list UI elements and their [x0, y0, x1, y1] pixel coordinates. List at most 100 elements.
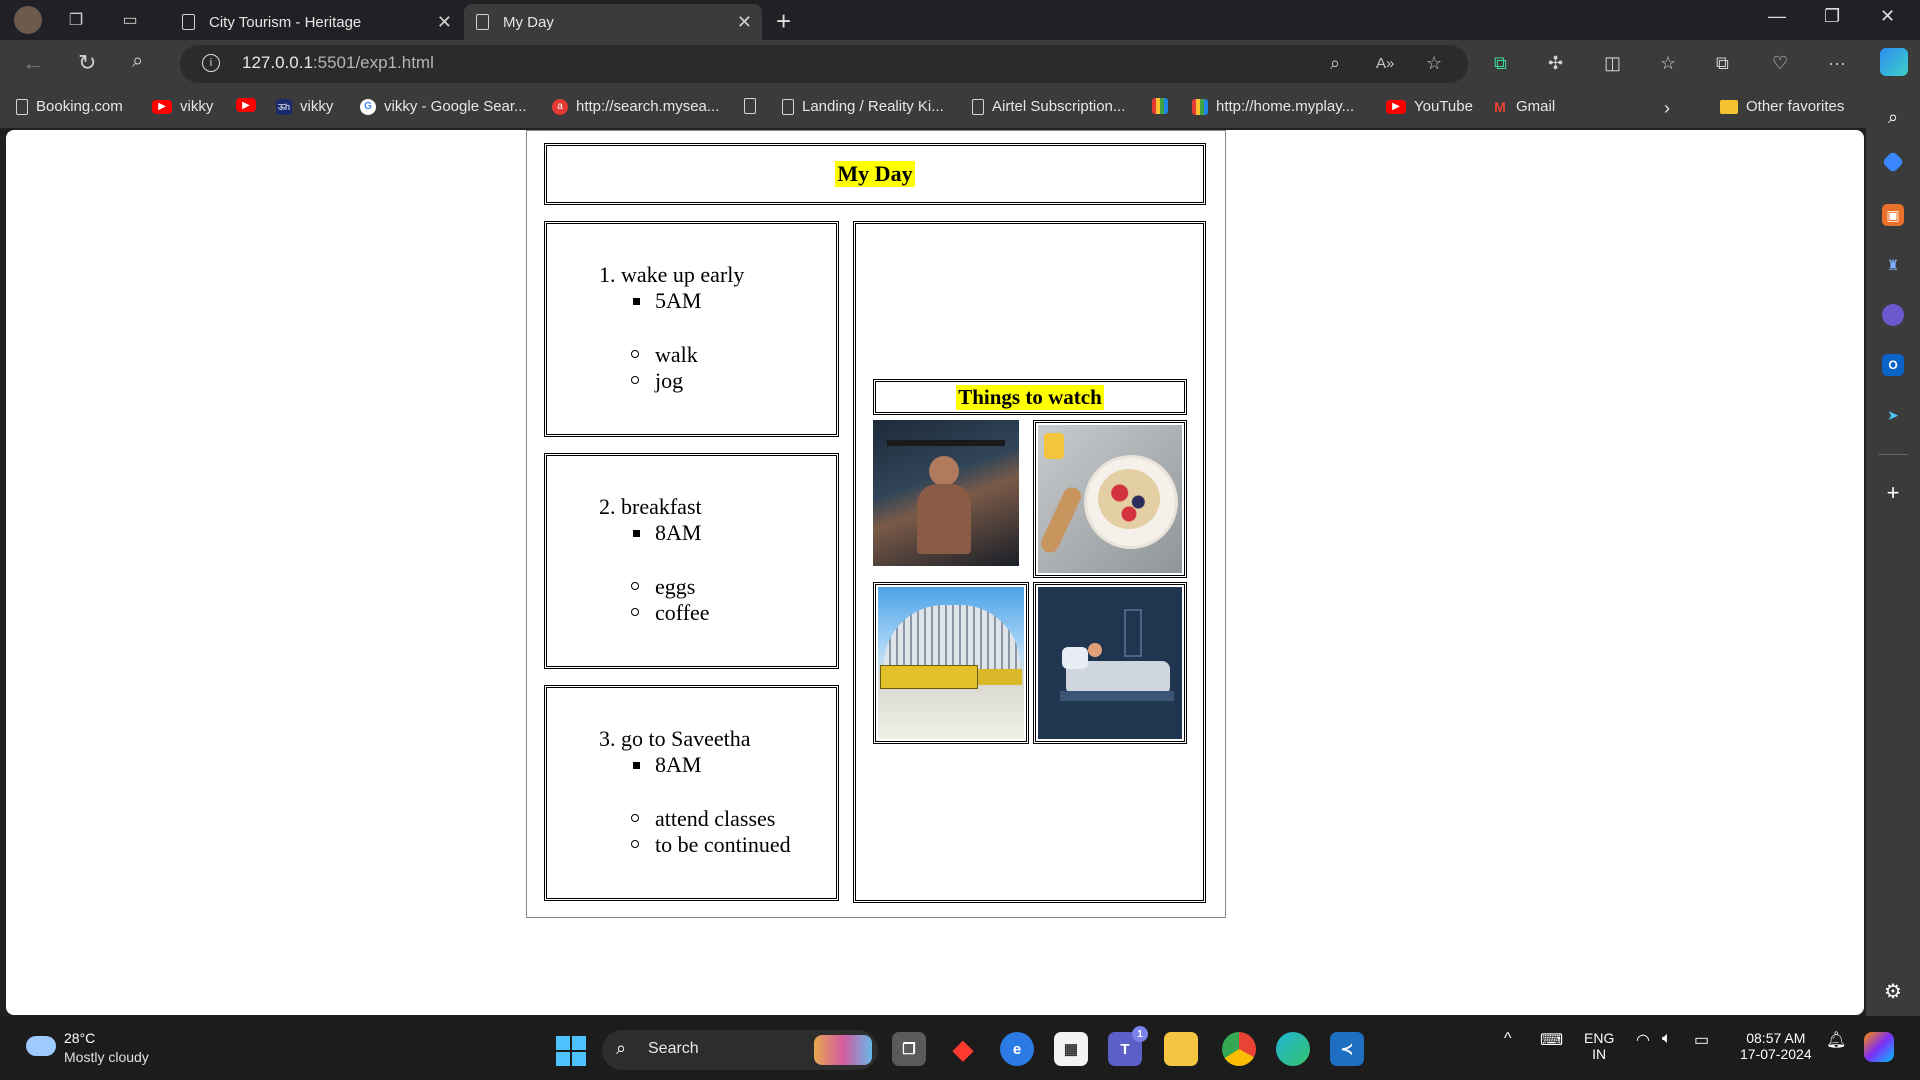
extensions-puzzle-icon[interactable]: ✣ — [1548, 53, 1563, 74]
task-cell-1: 1. wake up early 5AM walk jog — [544, 221, 839, 437]
site-info-icon[interactable]: i — [202, 54, 220, 72]
favorite-gmail[interactable]: M Gmail — [1492, 98, 1555, 115]
windows-taskbar: 28°C Mostly cloudy ⌕ Search ❐ ◆ e ▦ T 1 … — [0, 1016, 1920, 1080]
collections-icon[interactable]: ⧉ — [1716, 53, 1729, 74]
workspaces-icon[interactable]: ❐ — [64, 8, 88, 32]
search-label: Search — [648, 1040, 699, 1057]
more-menu-icon[interactable]: ··· — [1828, 53, 1846, 74]
extension-icon[interactable]: ⧉ — [1494, 53, 1507, 74]
search-highlight-art — [814, 1035, 872, 1065]
google-icon: G — [360, 98, 376, 115]
favorite-booking[interactable]: Booking.com — [16, 98, 123, 115]
page-icon — [476, 14, 489, 30]
watch-cell: Things to watch — [853, 221, 1206, 903]
favorites-list-icon[interactable]: ☆ — [1660, 53, 1676, 74]
app-browser-icon[interactable]: e — [1000, 1032, 1034, 1066]
minimize-icon[interactable]: — — [1768, 6, 1786, 27]
page-viewport: My Day 1. wake up early 5AM walk jog 2. … — [6, 130, 1864, 1015]
weather-condition: Mostly cloudy — [64, 1049, 149, 1065]
favorite-youtube-main[interactable]: ▶ YouTube — [1386, 98, 1473, 115]
task-subitem: to be continued — [631, 832, 791, 857]
bars-icon — [1192, 98, 1208, 115]
favorite-vikky-sh[interactable]: ऊh vikky — [276, 98, 333, 115]
start-button[interactable] — [556, 1036, 586, 1066]
favorite-star-icon[interactable]: ☆ — [1426, 53, 1442, 74]
split-screen-icon[interactable]: ◫ — [1604, 53, 1621, 74]
language-indicator[interactable]: ENG IN — [1584, 1030, 1614, 1062]
favorite-airtel[interactable]: Airtel Subscription... — [972, 98, 1125, 115]
task-title: 1. wake up early — [599, 262, 745, 287]
favorite-vikky-youtube[interactable]: ▶ vikky — [152, 98, 213, 115]
task-subitem: attend classes — [630, 806, 776, 831]
task-view-icon[interactable]: ❐ — [892, 1032, 926, 1066]
wifi-icon[interactable]: ◠ — [1636, 1030, 1650, 1050]
image-gallery — [873, 420, 1187, 744]
app-diamond-icon[interactable]: ◆ — [946, 1032, 980, 1066]
edge-icon[interactable] — [1276, 1032, 1310, 1066]
url-text[interactable]: 127.0.0.1:5501/exp1.html — [242, 53, 434, 73]
zoom-icon[interactable]: ⌕ — [1330, 53, 1340, 74]
shopping-tag-icon[interactable] — [1881, 150, 1905, 174]
other-favorites[interactable]: Other favorites — [1720, 98, 1844, 115]
close-tab-icon[interactable]: ✕ — [737, 12, 752, 33]
back-icon[interactable]: ← — [22, 50, 44, 76]
teams-icon[interactable]: T 1 — [1108, 1026, 1148, 1066]
battery-icon[interactable]: ▭ — [1694, 1030, 1709, 1050]
favorite-myplay[interactable]: http://home.myplay... — [1192, 98, 1354, 115]
sleeping-illustration-frame — [1033, 582, 1187, 744]
close-tab-icon[interactable]: ✕ — [437, 12, 452, 33]
address-bar[interactable]: i 127.0.0.1:5501/exp1.html ⌕ A» ☆ — [180, 45, 1468, 83]
store-icon[interactable]: ▦ — [1054, 1032, 1088, 1066]
settings-gear-icon[interactable]: ⚙ — [1882, 980, 1904, 1003]
task-subitem: jog — [630, 368, 684, 393]
keyboard-icon[interactable]: ⌨ — [1540, 1030, 1563, 1050]
vertical-tabs-icon[interactable]: ▭ — [118, 8, 142, 32]
cloud-icon — [26, 1036, 56, 1056]
new-tab-icon[interactable]: + — [776, 6, 791, 37]
taskbar-search[interactable]: ⌕ Search — [602, 1030, 878, 1070]
show-hidden-icons[interactable]: ^ — [1504, 1030, 1512, 1048]
refresh-icon[interactable]: ↻ — [78, 50, 96, 76]
tab-city-tourism[interactable]: City Tourism - Heritage ✕ — [170, 4, 462, 40]
send-icon[interactable]: ➤ — [1882, 404, 1904, 426]
chrome-icon[interactable] — [1222, 1032, 1256, 1066]
favorite-landing[interactable]: Landing / Reality Ki... — [782, 98, 944, 115]
youtube-icon: ▶ — [152, 99, 172, 114]
outlook-icon[interactable]: O — [1882, 354, 1904, 376]
favorite-google-search[interactable]: Gvikky - Google Sear... — [360, 98, 527, 115]
favorite-doc[interactable] — [744, 98, 764, 114]
time: 08:57 AM — [1746, 1030, 1806, 1046]
oatmeal-bowl-frame — [1033, 420, 1187, 578]
favorite-mysearch[interactable]: a http://search.mysea... — [552, 98, 719, 115]
search-icon[interactable]: ⌕ — [1882, 106, 1904, 128]
copilot-taskbar-icon[interactable] — [1864, 1032, 1894, 1062]
task-subitem: coffee — [631, 600, 710, 625]
favorite-bars[interactable] — [1152, 98, 1176, 114]
games-icon[interactable]: ♜ — [1882, 254, 1904, 276]
read-aloud-icon[interactable]: A» — [1376, 55, 1394, 72]
sh-icon: ऊh — [276, 98, 292, 115]
sleeping-illustration-image — [1038, 587, 1182, 739]
vscode-icon[interactable]: ≺ — [1330, 1032, 1364, 1066]
search-icon[interactable]: ⌕ — [132, 50, 143, 73]
tools-icon[interactable]: ▣ — [1882, 204, 1904, 226]
copilot-icon[interactable] — [1880, 48, 1908, 76]
task-cell-2: 2. breakfast 8AM eggs coffee — [544, 453, 839, 669]
gym-workout-image — [873, 420, 1019, 566]
browser-essentials-icon[interactable]: ♡ — [1772, 53, 1788, 74]
favorite-youtube[interactable]: ▶ — [236, 98, 264, 112]
volume-icon[interactable]: 🔈︎ — [1662, 1030, 1672, 1048]
tab-my-day[interactable]: My Day ✕ — [464, 4, 762, 40]
restore-icon[interactable]: ❐ — [1824, 6, 1840, 27]
profile-avatar[interactable] — [14, 6, 42, 34]
add-icon[interactable]: + — [1882, 480, 1904, 505]
close-window-icon[interactable]: ✕ — [1880, 6, 1895, 27]
copilot-sidebar-icon[interactable] — [1882, 304, 1904, 326]
clock[interactable]: 08:57 AM 17-07-2024 — [1740, 1030, 1812, 1062]
file-explorer-icon[interactable] — [1164, 1032, 1198, 1066]
task-time: 5AM — [632, 288, 702, 313]
page-icon — [182, 14, 195, 30]
notification-bell-icon[interactable]: 🔔︎ — [1826, 1030, 1846, 1050]
tab-title: My Day — [503, 13, 554, 31]
chevron-right-icon[interactable]: › — [1664, 98, 1670, 119]
